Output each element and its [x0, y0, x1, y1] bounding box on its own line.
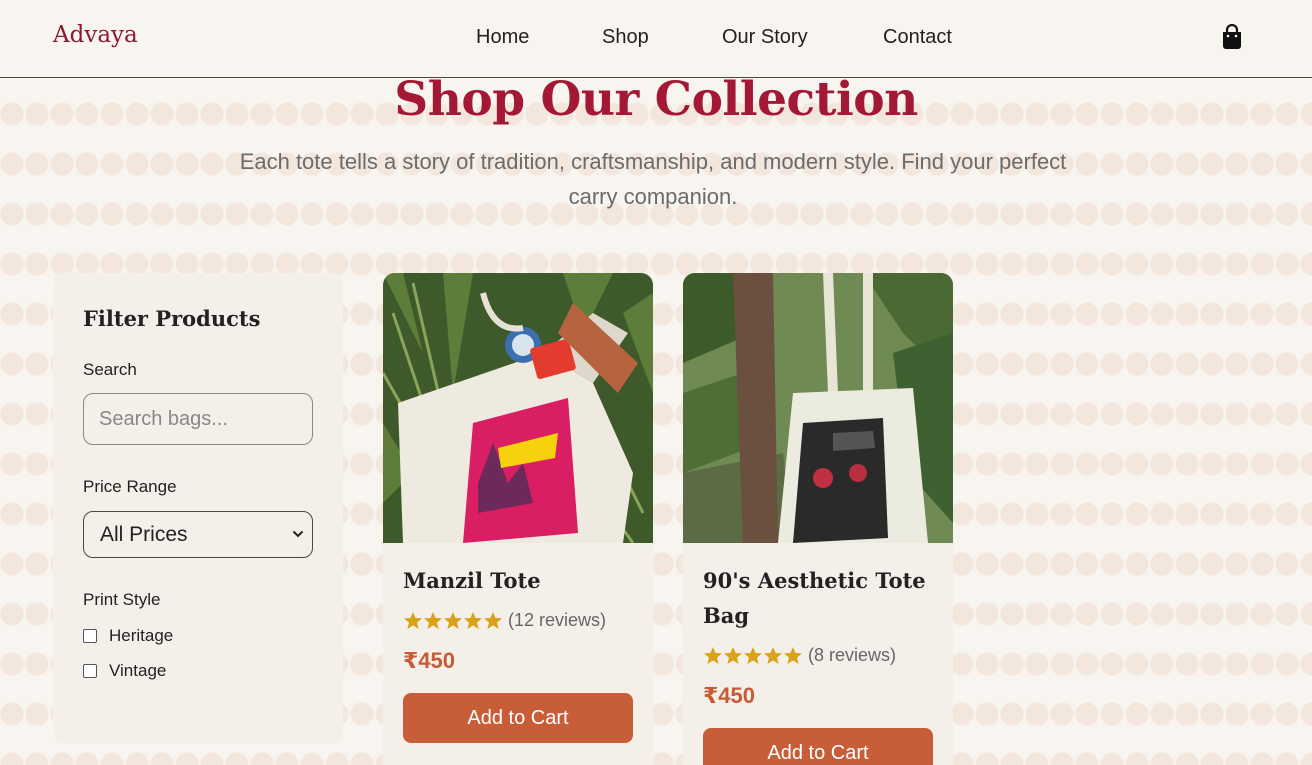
star-icon [444, 612, 462, 629]
product-name[interactable]: Manzil Tote [403, 563, 638, 598]
product-card[interactable]: 90's Aesthetic Tote Bag (8 reviews) ₹450… [683, 273, 953, 765]
nav-link-contact[interactable]: Contact [883, 26, 952, 49]
add-to-cart-button[interactable]: Add to Cart [703, 728, 933, 765]
filter-title: Filter Products [83, 306, 261, 331]
price-range-value: All Prices [100, 522, 188, 546]
review-count: (8 reviews) [808, 645, 897, 665]
page-title: Shop Our Collection [394, 72, 918, 127]
star-icon [424, 612, 442, 629]
nav-link-shop[interactable]: Shop [602, 26, 649, 49]
filter-option-vintage[interactable]: Vintage [83, 661, 166, 681]
filter-panel: Filter Products Search Price Range All P… [53, 273, 343, 744]
star-icon [464, 612, 482, 629]
review-count: (12 reviews) [508, 610, 607, 630]
nav-link-our-story[interactable]: Our Story [722, 26, 808, 49]
heritage-checkbox[interactable] [83, 629, 97, 643]
add-to-cart-button[interactable]: Add to Cart [403, 693, 633, 743]
star-icon [404, 612, 422, 629]
filter-option-heritage[interactable]: Heritage [83, 626, 173, 646]
vintage-checkbox[interactable] [83, 664, 97, 678]
nav-link-home[interactable]: Home [476, 26, 529, 49]
star-rating [703, 646, 803, 665]
star-icon [744, 647, 762, 664]
star-icon [784, 647, 802, 664]
star-icon [704, 647, 722, 664]
brand-logo[interactable]: Advaya [53, 22, 138, 48]
page-subtitle: Each tote tells a story of tradition, cr… [239, 149, 1067, 209]
product-rating: (8 reviews) [703, 645, 896, 666]
price-range-label: Price Range [83, 477, 177, 496]
print-style-label: Print Style [83, 590, 161, 609]
star-icon [484, 612, 502, 629]
star-icon [764, 647, 782, 664]
star-icon [724, 647, 742, 664]
shopping-bag-icon[interactable] [1220, 24, 1244, 50]
product-image[interactable] [383, 273, 653, 543]
search-label: Search [83, 360, 137, 379]
price-range-select[interactable]: All Prices [83, 511, 313, 558]
search-input[interactable] [83, 393, 313, 445]
product-rating: (12 reviews) [403, 610, 606, 631]
vintage-label: Vintage [109, 661, 167, 680]
chevron-down-icon [292, 530, 304, 538]
product-price: ₹450 [703, 683, 756, 708]
product-card[interactable]: Manzil Tote (12 reviews) ₹450 Add to Car… [383, 273, 653, 765]
navbar: Advaya Home Shop Our Story Contact [0, 0, 1312, 78]
product-name[interactable]: 90's Aesthetic Tote Bag [703, 563, 938, 633]
product-price: ₹450 [403, 648, 456, 673]
product-image[interactable] [683, 273, 953, 543]
star-rating [403, 611, 503, 630]
heritage-label: Heritage [109, 626, 174, 645]
